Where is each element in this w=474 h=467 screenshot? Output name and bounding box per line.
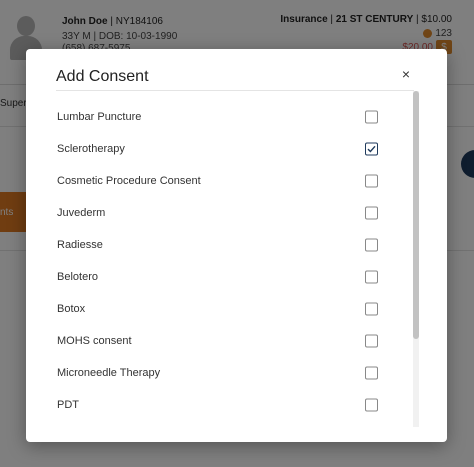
title-divider	[56, 90, 414, 91]
consent-row[interactable]: Radiesse	[26, 229, 421, 261]
consent-row[interactable]: PDT	[26, 389, 421, 421]
consent-label: Microneedle Therapy	[57, 367, 161, 379]
consent-label: Cosmetic Procedure Consent	[57, 175, 201, 187]
consent-checkbox[interactable]	[365, 366, 378, 380]
consent-label: PDT	[57, 399, 79, 411]
consent-row[interactable]: Botox	[26, 293, 421, 325]
scrollbar-thumb[interactable]	[413, 91, 419, 339]
close-icon[interactable]: ×	[399, 66, 413, 82]
consent-label: Sclerotherapy	[57, 143, 125, 155]
consent-checkbox[interactable]	[365, 110, 378, 124]
consent-row[interactable]: MOHS consent	[26, 325, 421, 357]
consent-label: Lumbar Puncture	[57, 111, 142, 123]
consent-checkbox[interactable]	[365, 302, 378, 316]
consent-row[interactable]: Microneedle Therapy	[26, 357, 421, 389]
consent-row[interactable]: Sclerotherapy	[26, 133, 421, 165]
consent-row[interactable]: Belotero	[26, 261, 421, 293]
consent-label: Botox	[57, 303, 86, 315]
consent-label: Juvederm	[57, 207, 106, 219]
add-consent-modal: Add Consent × Lumbar Puncture Sclerother…	[26, 49, 447, 442]
consent-checkbox[interactable]	[365, 142, 378, 156]
consent-row[interactable]: Lumbar Puncture	[26, 101, 421, 133]
consent-checkbox[interactable]	[365, 334, 378, 348]
consent-checkbox[interactable]	[365, 398, 378, 412]
checkmark-icon	[367, 145, 376, 153]
consent-row[interactable]	[26, 421, 421, 427]
consent-checkbox[interactable]	[365, 174, 378, 188]
consent-checkbox[interactable]	[365, 206, 378, 220]
consent-row[interactable]: Juvederm	[26, 197, 421, 229]
consent-list: Lumbar Puncture Sclerotherapy Cosmetic P…	[26, 101, 447, 427]
consent-label: Belotero	[57, 271, 98, 283]
consent-label: MOHS consent	[57, 335, 132, 347]
consent-checkbox[interactable]	[365, 270, 378, 284]
consent-row[interactable]: Cosmetic Procedure Consent	[26, 165, 421, 197]
modal-title: Add Consent	[56, 68, 149, 85]
consent-label: Radiesse	[57, 239, 103, 251]
consent-checkbox[interactable]	[365, 238, 378, 252]
